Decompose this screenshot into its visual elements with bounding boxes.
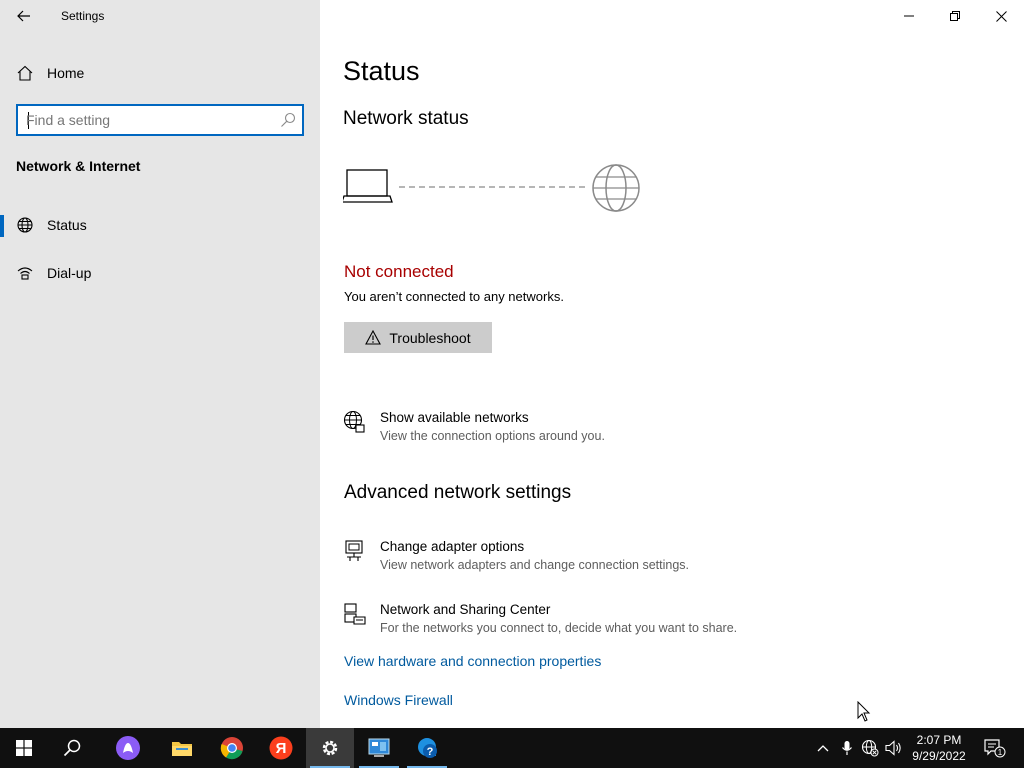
page-title: Status [343,56,420,86]
connection-status-text: Not connected [344,262,454,281]
troubleshoot-button[interactable]: Troubleshoot [344,322,492,353]
alice-assistant-icon [116,736,140,760]
volume-icon [885,740,901,756]
sharing-center-desc: For the networks you connect to, decide … [380,621,738,635]
globe-network-icon [343,410,365,433]
advanced-settings-heading: Advanced network settings [344,482,572,503]
warning-icon [365,330,382,345]
network-sharing-center-link[interactable]: Network and Sharing Center For the netwo… [343,602,783,642]
microphone-tray-button[interactable] [838,738,856,758]
yandex-browser-icon: Я [269,736,293,760]
taskbar-chrome[interactable] [208,728,256,768]
close-button[interactable] [978,0,1024,32]
taskbar-alice-button[interactable] [104,728,152,768]
search-icon[interactable] [280,112,296,128]
title-bar: Settings [0,0,320,32]
minimize-icon [904,15,914,17]
svg-text:?: ? [427,746,434,758]
network-diagram [343,164,640,212]
start-icon [16,740,32,756]
troubleshoot-label: Troubleshoot [389,329,471,346]
clock-time: 2:07 PM [916,733,962,747]
taskbar-control-panel[interactable] [355,728,403,768]
sidebar-item-label: Status [47,217,87,233]
taskbar-yandex-browser[interactable]: Я [257,728,305,768]
sharing-center-title: Network and Sharing Center [380,602,551,617]
back-arrow-icon [17,10,30,22]
show-hidden-icons-button[interactable] [814,738,832,758]
action-center-button[interactable]: 1 [983,738,1007,758]
search-input[interactable] [26,111,266,129]
network-adapter-icon [345,540,363,561]
taskbar-search-button[interactable] [48,728,96,768]
mouse-cursor-icon [857,701,871,722]
restore-icon [950,11,960,21]
show-networks-desc: View the connection options around you. [380,429,605,443]
control-panel-icon [368,738,390,757]
search-icon [63,739,81,757]
hardware-properties-link[interactable]: View hardware and connection properties [344,653,601,669]
svg-text:Я: Я [276,740,287,757]
change-adapter-title: Change adapter options [380,539,525,554]
globe-icon [17,217,33,233]
taskbar-help[interactable]: ? [403,728,451,768]
notification-count: 1 [998,748,1003,757]
laptop-icon [343,169,393,203]
volume-tray-button[interactable] [885,738,903,758]
app-title: Settings [61,9,105,23]
taskbar-file-explorer[interactable] [158,728,206,768]
home-icon [17,65,33,81]
chevron-up-icon [817,745,829,752]
search-box[interactable] [16,104,304,136]
settings-gear-icon [322,740,338,756]
change-adapter-desc: View network adapters and change connect… [380,558,689,572]
restore-button[interactable] [932,0,978,32]
microphone-icon [842,741,852,755]
close-icon [995,10,1007,22]
nav-home[interactable]: Home [0,58,320,88]
show-available-networks-link[interactable]: Show available networks View the connect… [343,410,783,450]
start-button[interactable] [0,728,48,768]
taskbar-settings[interactable] [306,728,354,768]
internet-globe-icon [592,164,640,212]
change-adapter-options-link[interactable]: Change adapter options View network adap… [343,539,783,579]
network-tray-button[interactable] [861,738,879,758]
sidebar-item-status[interactable]: Status [0,207,320,243]
windows-firewall-link[interactable]: Windows Firewall [344,692,453,708]
sidebar-item-label: Dial-up [47,265,92,281]
sidebar-item-dial-up[interactable]: Dial-up [0,255,320,291]
back-button[interactable] [8,4,40,28]
network-disconnected-icon [861,739,879,757]
file-explorer-icon [172,742,192,756]
connection-status-desc: You aren’t connected to any networks. [344,289,564,304]
minimize-button[interactable] [886,0,932,32]
taskbar: Я ? 2:07 PM 9/29/2022 1 [0,728,1024,768]
dial-up-icon [17,267,33,280]
help-icon: ? [418,738,437,758]
taskbar-clock[interactable]: 2:07 PM 9/29/2022 [908,732,970,764]
sidebar: Settings Home Network & Internet Status … [0,0,320,728]
show-networks-title: Show available networks [380,410,529,425]
section-title: Network & Internet [16,158,141,174]
network-status-heading: Network status [343,108,469,129]
nav-home-label: Home [47,65,85,81]
clock-date: 9/29/2022 [912,749,966,763]
notification-icon: 1 [984,739,1006,758]
sharing-center-icon [344,603,366,625]
chrome-icon [220,737,243,760]
